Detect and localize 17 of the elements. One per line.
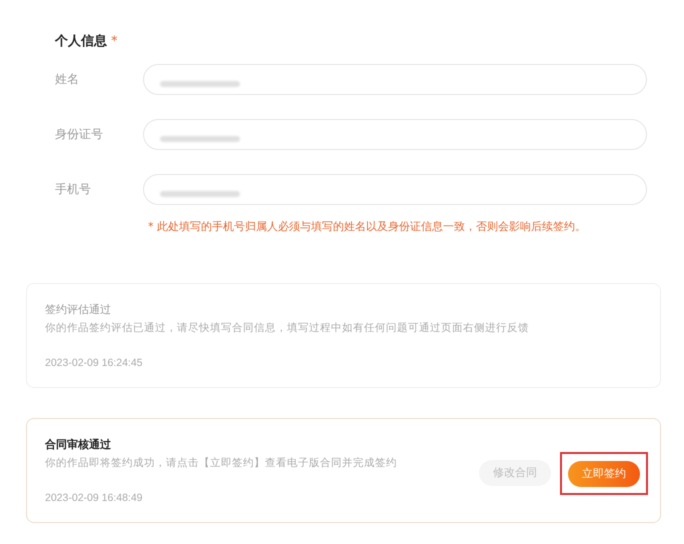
card-message: 你的作品签约评估已通过，请尽快填写合同信息，填写过程中如有任何问题可通过页面右侧进行反馈 [45, 321, 530, 336]
field-label: 姓名 [55, 71, 80, 88]
input-field[interactable] [143, 174, 647, 204]
sign-button[interactable]: 立即签约 [568, 460, 640, 487]
card-title: 合同审核通过 [45, 436, 112, 452]
section-title: 个人信息 [55, 33, 107, 51]
input-field[interactable] [143, 64, 647, 94]
edit-button[interactable]: 修改合同 [479, 460, 551, 486]
card-message: 你的作品即将签约成功，请点击【立即签约】查看电子版合同并完成签约 [45, 456, 398, 471]
input-field[interactable] [143, 118, 647, 150]
field-label: 身份证号 [55, 126, 104, 143]
card-time: 2023-02-09 16:24:45 [45, 356, 144, 371]
card-title: 签约评估通过 [45, 302, 112, 318]
required-mark: * [111, 33, 118, 51]
field-label: 手机号 [55, 181, 92, 198]
warning-note: * 此处填写的手机号归属人必须与填写的姓名以及身份证信息一致，否则会影响后续签约。 [148, 220, 586, 232]
card-time: 2023-02-09 16:48:49 [45, 490, 144, 506]
